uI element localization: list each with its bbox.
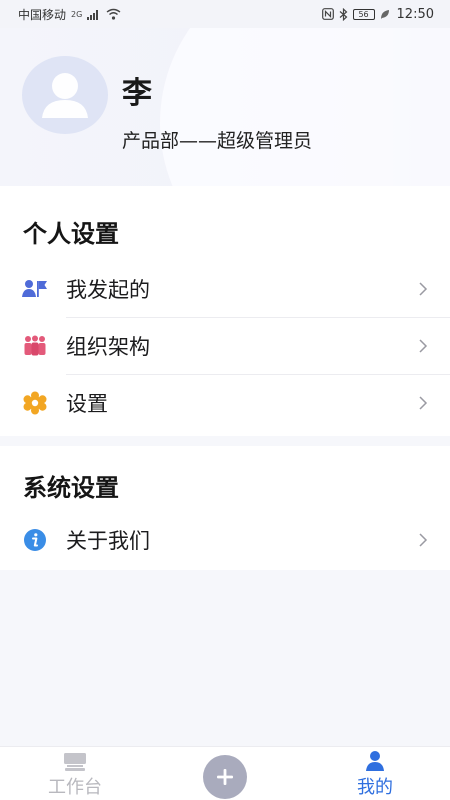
bluetooth-icon <box>339 7 347 21</box>
chevron-right-icon <box>419 395 428 410</box>
personal-settings-section: 个人设置 我发起的 组织架构 设置 <box>0 186 450 436</box>
status-left: 中国移动 2G <box>18 6 121 23</box>
menu-item-label: 我发起的 <box>66 277 150 302</box>
user-name: 李 <box>122 76 152 111</box>
battery-icon: 56 <box>352 8 375 20</box>
gear-flower-icon <box>22 390 48 416</box>
bottom-nav: 工作台 我的 <box>0 746 450 800</box>
menu-item-about-us[interactable]: 关于我们 <box>0 511 450 568</box>
flag-user-icon <box>22 276 48 302</box>
menu-item-settings[interactable]: 设置 <box>0 374 450 431</box>
menu-item-my-initiated[interactable]: 我发起的 <box>0 260 450 317</box>
profile-header: 李 产品部——超级管理员 <box>0 28 450 186</box>
workbench-icon <box>64 753 86 771</box>
avatar[interactable] <box>22 56 108 134</box>
tab-label: 工作台 <box>48 777 102 798</box>
status-right: 56 12:50 <box>321 6 434 22</box>
carrier-label: 中国移动 <box>18 7 67 22</box>
leaf-icon <box>380 9 389 19</box>
status-bar: 中国移动 2G 56 12:50 <box>0 0 450 28</box>
user-role: 产品部——超级管理员 <box>122 130 313 152</box>
tab-mine[interactable]: 我的 <box>300 747 450 800</box>
tab-label: 我的 <box>357 777 393 798</box>
user-icon <box>366 751 384 771</box>
plus-icon <box>217 769 233 785</box>
section-title-system: 系统设置 <box>23 474 119 502</box>
add-button[interactable] <box>203 755 247 799</box>
clock: 12:50 <box>396 6 434 22</box>
signal-icon: 2G <box>71 9 83 19</box>
nfc-icon <box>321 8 334 20</box>
user-avatar-icon <box>42 73 88 118</box>
section-title-personal: 个人设置 <box>23 220 119 248</box>
header-decoration <box>160 28 450 186</box>
info-icon <box>22 527 48 553</box>
tab-workbench[interactable]: 工作台 <box>0 747 150 800</box>
chevron-right-icon <box>419 281 428 296</box>
chevron-right-icon <box>419 532 428 547</box>
cellular-signal-icon <box>87 9 99 20</box>
wifi-icon <box>106 8 121 20</box>
menu-item-label: 组织架构 <box>66 334 150 359</box>
system-settings-section: 系统设置 关于我们 <box>0 446 450 570</box>
chevron-right-icon <box>419 338 428 353</box>
menu-item-org-structure[interactable]: 组织架构 <box>0 317 450 374</box>
menu-item-label: 关于我们 <box>66 528 150 553</box>
menu-item-label: 设置 <box>66 391 108 416</box>
group-icon <box>22 333 48 359</box>
